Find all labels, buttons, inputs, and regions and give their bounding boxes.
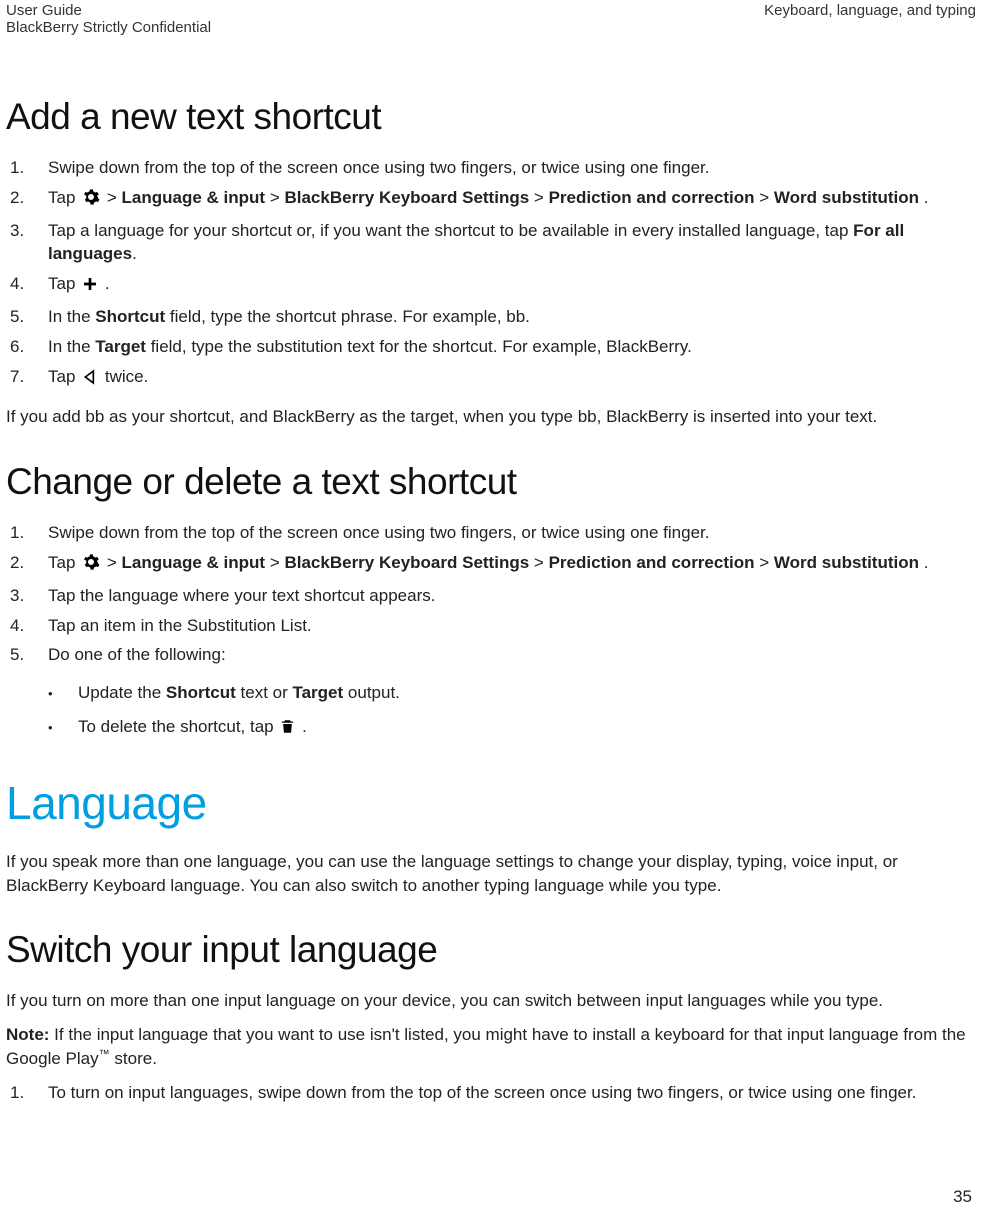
step-text: In the Shortcut field, type the shortcut… bbox=[48, 305, 976, 329]
heading-switch-input-language: Switch your input language bbox=[6, 929, 976, 971]
step-number: 4. bbox=[10, 272, 48, 296]
switch-input-steps: 1. To turn on input languages, swipe dow… bbox=[6, 1081, 976, 1105]
list-item: 7. Tap twice. bbox=[10, 365, 976, 392]
page-number: 35 bbox=[953, 1187, 972, 1207]
step-text: Tap > Language & input > BlackBerry Keyb… bbox=[48, 551, 976, 578]
heading-language: Language bbox=[6, 776, 976, 830]
step-text: Swipe down from the top of the screen on… bbox=[48, 156, 976, 180]
list-item: 5. In the Shortcut field, type the short… bbox=[10, 305, 976, 329]
step-text: Do one of the following: bbox=[48, 643, 976, 667]
step-text: To turn on input languages, swipe down f… bbox=[48, 1081, 976, 1105]
change-delete-steps: 1. Swipe down from the top of the screen… bbox=[6, 521, 976, 667]
change-delete-bullets: • Update the Shortcut text or Target out… bbox=[6, 681, 976, 742]
language-paragraph: If you speak more than one language, you… bbox=[6, 850, 976, 898]
step-number: 7. bbox=[10, 365, 48, 389]
bullet-text: To delete the shortcut, tap . bbox=[78, 715, 307, 742]
list-item: • Update the Shortcut text or Target out… bbox=[48, 681, 976, 705]
list-item: 1. Swipe down from the top of the screen… bbox=[10, 156, 976, 180]
step-text: Tap > Language & input > BlackBerry Keyb… bbox=[48, 186, 976, 213]
list-item: 2. Tap > Language & input > BlackBerry K… bbox=[10, 551, 976, 578]
add-shortcut-steps: 1. Swipe down from the top of the screen… bbox=[6, 156, 976, 391]
bullet: • bbox=[48, 685, 78, 703]
step-number: 5. bbox=[10, 643, 48, 667]
content: Add a new text shortcut 1. Swipe down fr… bbox=[6, 36, 976, 1105]
step-number: 2. bbox=[10, 186, 48, 210]
step-number: 5. bbox=[10, 305, 48, 329]
step-number: 4. bbox=[10, 614, 48, 638]
step-text: In the Target field, type the substituti… bbox=[48, 335, 976, 359]
page-header: User Guide BlackBerry Strictly Confident… bbox=[6, 0, 976, 36]
header-section: Keyboard, language, and typing bbox=[764, 2, 976, 36]
step-number: 1. bbox=[10, 1081, 48, 1105]
list-item: 1. To turn on input languages, swipe dow… bbox=[10, 1081, 976, 1105]
step-number: 3. bbox=[10, 584, 48, 608]
settings-gear-icon bbox=[82, 553, 100, 578]
step-text: Tap . bbox=[48, 272, 976, 299]
list-item: 3. Tap the language where your text shor… bbox=[10, 584, 976, 608]
plus-icon bbox=[82, 275, 98, 299]
list-item: • To delete the shortcut, tap . bbox=[48, 715, 976, 742]
bullet-text: Update the Shortcut text or Target outpu… bbox=[78, 681, 400, 705]
step-text: Swipe down from the top of the screen on… bbox=[48, 521, 976, 545]
settings-gear-icon bbox=[82, 188, 100, 213]
step-number: 3. bbox=[10, 219, 48, 243]
step-text: Tap twice. bbox=[48, 365, 976, 392]
trash-icon bbox=[280, 718, 295, 742]
step-text: Tap a language for your shortcut or, if … bbox=[48, 219, 976, 267]
add-shortcut-footer: If you add bb as your shortcut, and Blac… bbox=[6, 405, 976, 429]
list-item: 2. Tap > Language & input > BlackBerry K… bbox=[10, 186, 976, 213]
bullet: • bbox=[48, 719, 78, 737]
step-text: Tap an item in the Substitution List. bbox=[48, 614, 976, 638]
list-item: 4. Tap an item in the Substitution List. bbox=[10, 614, 976, 638]
list-item: 3. Tap a language for your shortcut or, … bbox=[10, 219, 976, 267]
header-left: User Guide BlackBerry Strictly Confident… bbox=[6, 2, 211, 36]
header-title: User Guide bbox=[6, 2, 211, 19]
header-subtitle: BlackBerry Strictly Confidential bbox=[6, 19, 211, 36]
step-text: Tap the language where your text shortcu… bbox=[48, 584, 976, 608]
list-item: 1. Swipe down from the top of the screen… bbox=[10, 521, 976, 545]
switch-input-paragraph: If you turn on more than one input langu… bbox=[6, 989, 976, 1013]
heading-change-delete-shortcut: Change or delete a text shortcut bbox=[6, 461, 976, 503]
heading-add-shortcut: Add a new text shortcut bbox=[6, 96, 976, 138]
back-triangle-icon bbox=[82, 368, 98, 392]
list-item: 5. Do one of the following: bbox=[10, 643, 976, 667]
step-number: 1. bbox=[10, 156, 48, 180]
list-item: 4. Tap . bbox=[10, 272, 976, 299]
list-item: 6. In the Target field, type the substit… bbox=[10, 335, 976, 359]
step-number: 6. bbox=[10, 335, 48, 359]
step-number: 1. bbox=[10, 521, 48, 545]
switch-input-note: Note: If the input language that you wan… bbox=[6, 1023, 976, 1071]
step-number: 2. bbox=[10, 551, 48, 575]
